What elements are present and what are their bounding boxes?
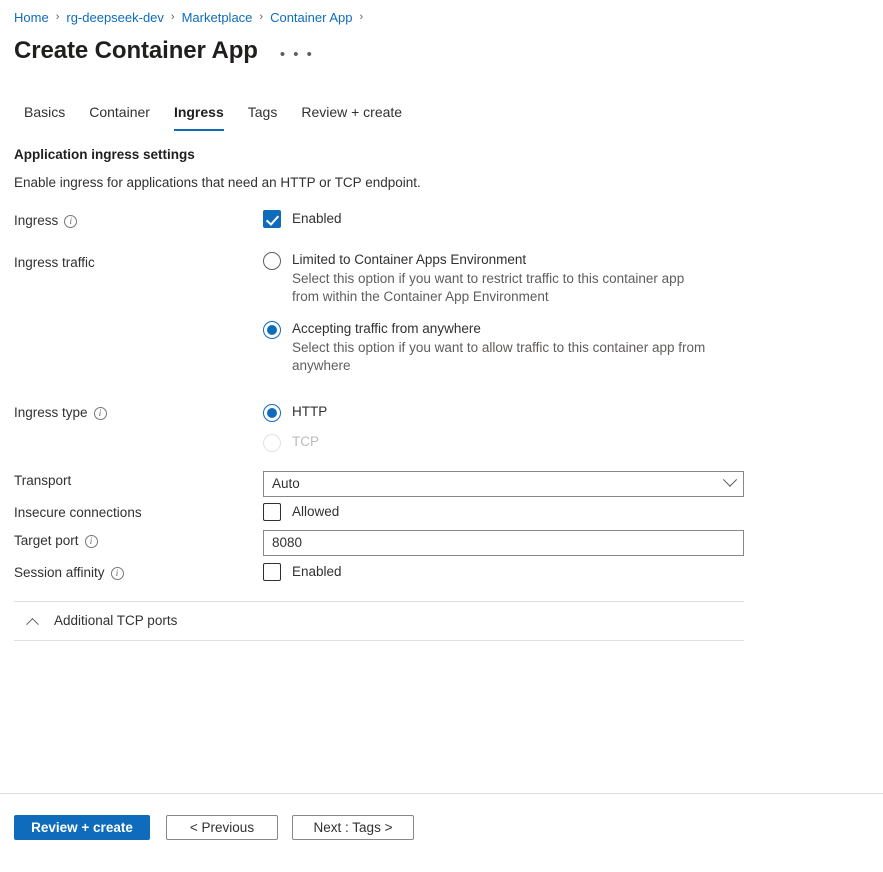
- breadcrumb-item-home[interactable]: Home: [14, 9, 49, 27]
- info-icon[interactable]: [93, 406, 107, 420]
- radio-texts: Accepting traffic from anywhere Select t…: [292, 320, 712, 375]
- tab-ingress[interactable]: Ingress: [162, 98, 236, 131]
- ingress-type-radio-group: HTTP TCP: [263, 403, 327, 452]
- breadcrumb-item-resource-group[interactable]: rg-deepseek-dev: [66, 9, 164, 27]
- ingress-checkbox-field: Enabled: [263, 210, 342, 228]
- ingress-traffic-label-text: Ingress traffic: [14, 255, 95, 270]
- chevron-down-icon: [722, 472, 738, 487]
- wizard-tabs: Basics Container Ingress Tags Review + c…: [12, 98, 414, 131]
- session-affinity-label: Session affinity: [14, 564, 124, 582]
- session-affinity-checkbox-label: Enabled: [292, 564, 342, 579]
- radio-ingress-type-http[interactable]: HTTP: [263, 403, 327, 422]
- tab-basics[interactable]: Basics: [12, 98, 77, 131]
- create-container-app-page: Home › rg-deepseek-dev › Marketplace › C…: [0, 0, 883, 872]
- ingress-label-text: Ingress: [14, 213, 59, 228]
- tab-tags[interactable]: Tags: [236, 98, 290, 131]
- insecure-connections-checkbox[interactable]: Allowed: [263, 503, 339, 521]
- transport-field: Auto: [263, 471, 744, 497]
- previous-button[interactable]: < Previous: [166, 815, 278, 840]
- footer-actions: Review + create < Previous Next : Tags >: [0, 794, 883, 872]
- breadcrumb-item-container-app[interactable]: Container App: [270, 9, 352, 27]
- review-create-button[interactable]: Review + create: [14, 815, 150, 840]
- breadcrumb-separator-icon: ›: [359, 11, 364, 23]
- transport-label-text: Transport: [14, 473, 72, 488]
- title-row: Create Container App • • •: [14, 34, 314, 68]
- radio-title: Limited to Container Apps Environment: [292, 252, 527, 267]
- session-affinity-checkbox[interactable]: Enabled: [263, 563, 342, 581]
- checkbox-box-icon: [263, 503, 281, 521]
- ingress-enabled-checkbox[interactable]: Enabled: [263, 210, 342, 228]
- insecure-connections-field: Allowed: [263, 503, 339, 521]
- page-title: Create Container App: [14, 37, 258, 64]
- transport-label: Transport: [14, 472, 71, 490]
- radio-accepting-from-anywhere[interactable]: Accepting traffic from anywhere Select t…: [263, 320, 712, 375]
- target-port-value: 8080: [272, 535, 303, 550]
- radio-texts: Limited to Container Apps Environment Se…: [292, 251, 712, 306]
- breadcrumb: Home › rg-deepseek-dev › Marketplace › C…: [14, 9, 370, 27]
- radio-title: TCP: [292, 434, 319, 449]
- radio-circle-selected-icon: [263, 404, 281, 422]
- radio-circle-disabled-icon: [263, 434, 281, 452]
- radio-limited-to-environment[interactable]: Limited to Container Apps Environment Se…: [263, 251, 712, 306]
- target-port-field: 8080: [263, 530, 744, 556]
- breadcrumb-item-marketplace[interactable]: Marketplace: [182, 9, 253, 27]
- insecure-connections-checkbox-label: Allowed: [292, 504, 340, 519]
- section-description: Enable ingress for applications that nee…: [14, 175, 421, 190]
- radio-texts: HTTP: [292, 403, 327, 422]
- ingress-checkbox-label: Enabled: [292, 211, 342, 226]
- insecure-connections-label-text: Insecure connections: [14, 505, 142, 520]
- more-options-icon[interactable]: • • •: [280, 46, 314, 64]
- ingress-type-label: Ingress type: [14, 404, 107, 422]
- additional-tcp-ports-label: Additional TCP ports: [54, 613, 178, 628]
- transport-selected-value: Auto: [272, 476, 300, 491]
- radio-texts: TCP: [292, 433, 319, 452]
- ingress-traffic-label: Ingress traffic: [14, 254, 95, 272]
- tab-review-create[interactable]: Review + create: [289, 98, 414, 131]
- radio-circle-icon: [263, 252, 281, 270]
- additional-tcp-ports-section[interactable]: Additional TCP ports: [14, 601, 744, 641]
- target-port-label: Target port: [14, 532, 98, 550]
- checkmark-icon: [263, 210, 281, 228]
- target-port-label-text: Target port: [14, 533, 79, 548]
- info-icon[interactable]: [110, 566, 124, 580]
- ingress-traffic-radio-group: Limited to Container Apps Environment Se…: [263, 251, 712, 375]
- insecure-connections-label: Insecure connections: [14, 504, 142, 522]
- info-icon[interactable]: [64, 214, 78, 228]
- target-port-input[interactable]: 8080: [263, 530, 744, 556]
- transport-select[interactable]: Auto: [263, 471, 744, 497]
- info-icon[interactable]: [84, 534, 98, 548]
- session-affinity-label-text: Session affinity: [14, 565, 105, 580]
- chevron-up-icon: [26, 617, 39, 631]
- tab-container[interactable]: Container: [77, 98, 162, 131]
- session-affinity-field: Enabled: [263, 563, 342, 581]
- next-tags-button[interactable]: Next : Tags >: [292, 815, 414, 840]
- breadcrumb-separator-icon: ›: [170, 11, 175, 23]
- breadcrumb-separator-icon: ›: [55, 11, 60, 23]
- radio-description: Select this option if you want to allow …: [292, 340, 706, 373]
- radio-title: HTTP: [292, 404, 328, 419]
- ingress-label: Ingress: [14, 212, 78, 230]
- breadcrumb-separator-icon: ›: [259, 11, 264, 23]
- radio-title: Accepting traffic from anywhere: [292, 321, 481, 336]
- radio-description: Select this option if you want to restri…: [292, 271, 685, 304]
- section-title: Application ingress settings: [14, 147, 195, 162]
- ingress-type-label-text: Ingress type: [14, 405, 88, 420]
- checkbox-box-icon: [263, 563, 281, 581]
- radio-ingress-type-tcp: TCP: [263, 433, 327, 452]
- radio-circle-selected-icon: [263, 321, 281, 339]
